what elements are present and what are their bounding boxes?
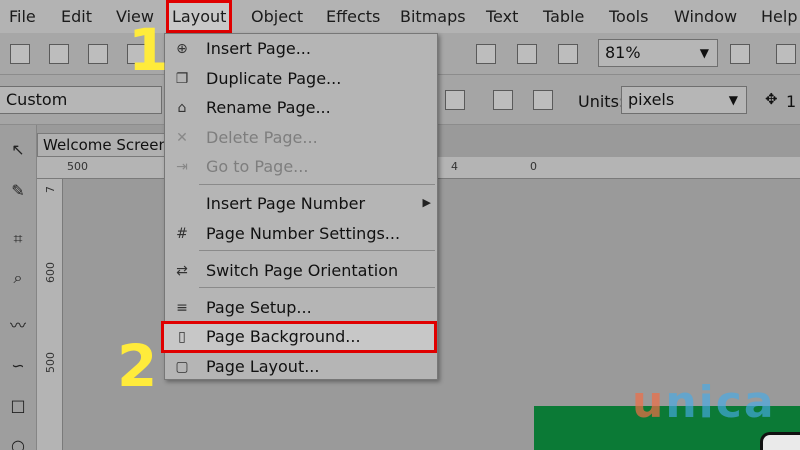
zoom-value: 81% [605,43,641,62]
nudge-value[interactable]: 1 [786,92,796,111]
page-preset-value: Custom [6,90,68,109]
menu-duplicate-page[interactable]: ❐ Duplicate Page... [165,65,437,93]
nudge-icon: ✥ [765,90,778,108]
menu-page-setup[interactable]: ≡ Page Setup... [165,294,437,322]
menu-insert-page[interactable]: ⊕ Insert Page... [165,35,437,63]
rectangle-tool-icon[interactable]: □ [7,395,29,417]
chevron-down-icon: ▼ [699,46,709,60]
layout-menu-dropdown: ⊕ Insert Page... ❐ Duplicate Page... ⌂ R… [161,33,438,381]
ruler-label: 600 [44,262,57,283]
document-tab[interactable]: Welcome Screen [37,133,165,157]
zoom-combo[interactable]: 81% ▼ [598,39,718,67]
ruler-label: 4 [451,160,458,173]
shape-tool-icon[interactable]: ✎ [7,180,29,202]
artistic-media-icon[interactable]: ∽ [7,355,29,377]
menu-file[interactable]: File [9,0,36,33]
submenu-arrow-icon: ▶ [422,196,431,209]
bleed-icon[interactable] [533,90,553,110]
menu-switch-orientation[interactable]: ⇄ Switch Page Orientation [165,257,437,285]
go-to-page-icon: ⇥ [176,159,188,175]
menu-help[interactable]: Help [761,0,797,33]
menu-separator [199,184,435,185]
toolbox: ↖ ✎ ⌗ ⌕ 〰 ∽ □ ○ [0,125,37,450]
ruler-label: 500 [67,160,88,173]
fit-page-icon[interactable] [730,44,750,64]
new-document-icon[interactable] [10,44,30,64]
step-number-2: 2 [117,332,158,400]
menu-page-number-settings[interactable]: # Page Number Settings... [165,220,437,248]
page-layout-toggle-icon[interactable] [493,90,513,110]
menu-page-layout[interactable]: ▢ Page Layout... [165,353,437,381]
landscape-icon[interactable] [445,90,465,110]
watermark-logo: unica [632,377,776,428]
units-value: pixels [628,90,675,109]
menu-text[interactable]: Text [486,0,518,33]
vertical-ruler[interactable]: 7 600 500 [37,179,63,450]
pick-tool-icon[interactable]: ↖ [7,139,29,161]
chevron-down-icon: ▼ [728,93,738,107]
page-preset-combo[interactable]: Custom [0,86,162,114]
export-icon[interactable] [517,44,537,64]
units-label: Units: [578,92,625,111]
menu-go-to-page: ⇥ Go to Page... [165,153,437,181]
insert-page-icon: ⊕ [176,41,188,57]
sketch-object[interactable] [760,432,800,450]
rename-page-icon: ⌂ [177,100,187,116]
menu-page-background[interactable]: ▯ Page Background... [161,321,437,353]
menu-separator [199,287,435,288]
menu-insert-page-number[interactable]: Insert Page Number ▶ [165,190,437,218]
units-combo[interactable]: pixels ▼ [621,86,747,114]
publish-pdf-icon[interactable] [558,44,578,64]
menu-rename-page[interactable]: ⌂ Rename Page... [165,94,437,122]
ruler-label: 500 [44,352,57,373]
crop-tool-icon[interactable]: ⌗ [7,228,29,250]
menu-edit[interactable]: Edit [61,0,92,33]
menu-window[interactable]: Window [674,0,737,33]
ruler-label: 7 [44,186,57,193]
open-folder-icon[interactable] [49,44,69,64]
menu-table[interactable]: Table [543,0,584,33]
zoom-tool-icon[interactable]: ⌕ [7,267,29,289]
menu-separator [199,250,435,251]
menu-delete-page: ✕ Delete Page... [165,124,437,152]
page-number-settings-icon: # [176,226,188,242]
save-icon[interactable] [88,44,108,64]
menu-effects[interactable]: Effects [326,0,380,33]
menu-bar: File Edit View Layout Object Effects Bit… [0,0,800,33]
step-number-1: 1 [128,16,169,84]
page-setup-icon: ≡ [176,300,188,316]
page-background-icon: ▯ [178,329,186,345]
freehand-tool-icon[interactable]: 〰 [7,315,29,337]
menu-object[interactable]: Object [251,0,303,33]
menu-bitmaps[interactable]: Bitmaps [400,0,466,33]
delete-page-icon: ✕ [176,130,188,146]
import-icon[interactable] [476,44,496,64]
ruler-toggle-icon[interactable] [776,44,796,64]
menu-tools[interactable]: Tools [609,0,648,33]
ellipse-tool-icon[interactable]: ○ [7,435,29,450]
page-layout-icon: ▢ [175,359,189,375]
menu-layout[interactable]: Layout [166,0,233,33]
ruler-label: 0 [530,160,537,173]
switch-orientation-icon: ⇄ [176,263,188,279]
duplicate-page-icon: ❐ [175,71,189,87]
